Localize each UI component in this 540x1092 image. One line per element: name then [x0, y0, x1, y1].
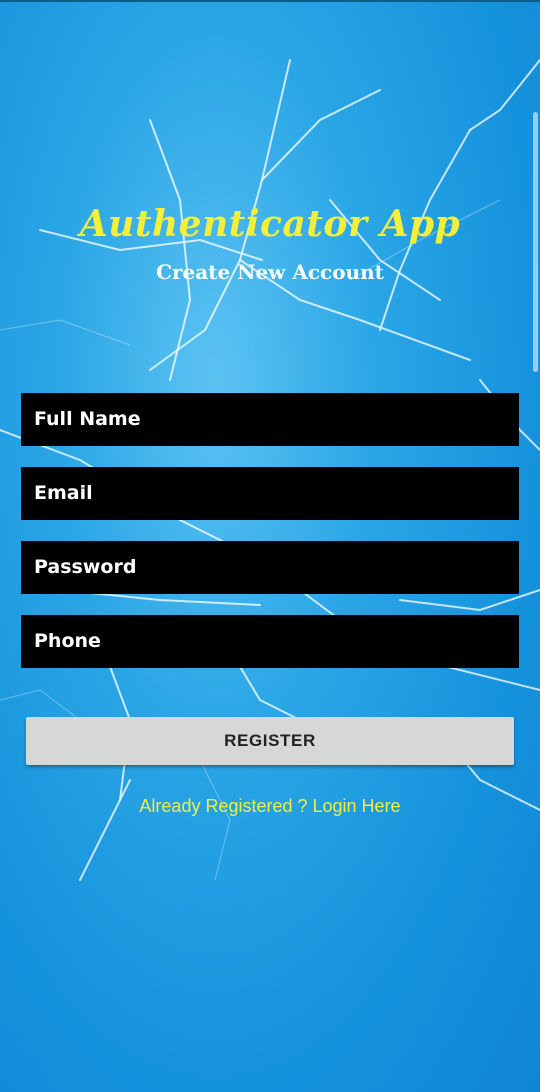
app-title: Authenticator App: [79, 203, 461, 245]
login-link[interactable]: Already Registered ? Login Here: [0, 796, 540, 817]
password-field[interactable]: Password: [21, 541, 519, 594]
full-name-field[interactable]: Full Name: [21, 393, 519, 446]
phone-field[interactable]: Phone: [21, 615, 519, 668]
top-edge-line: [0, 0, 540, 2]
page-subtitle: Create New Account: [156, 260, 384, 284]
email-field[interactable]: Email: [21, 467, 519, 520]
register-button[interactable]: REGISTER: [26, 717, 514, 765]
